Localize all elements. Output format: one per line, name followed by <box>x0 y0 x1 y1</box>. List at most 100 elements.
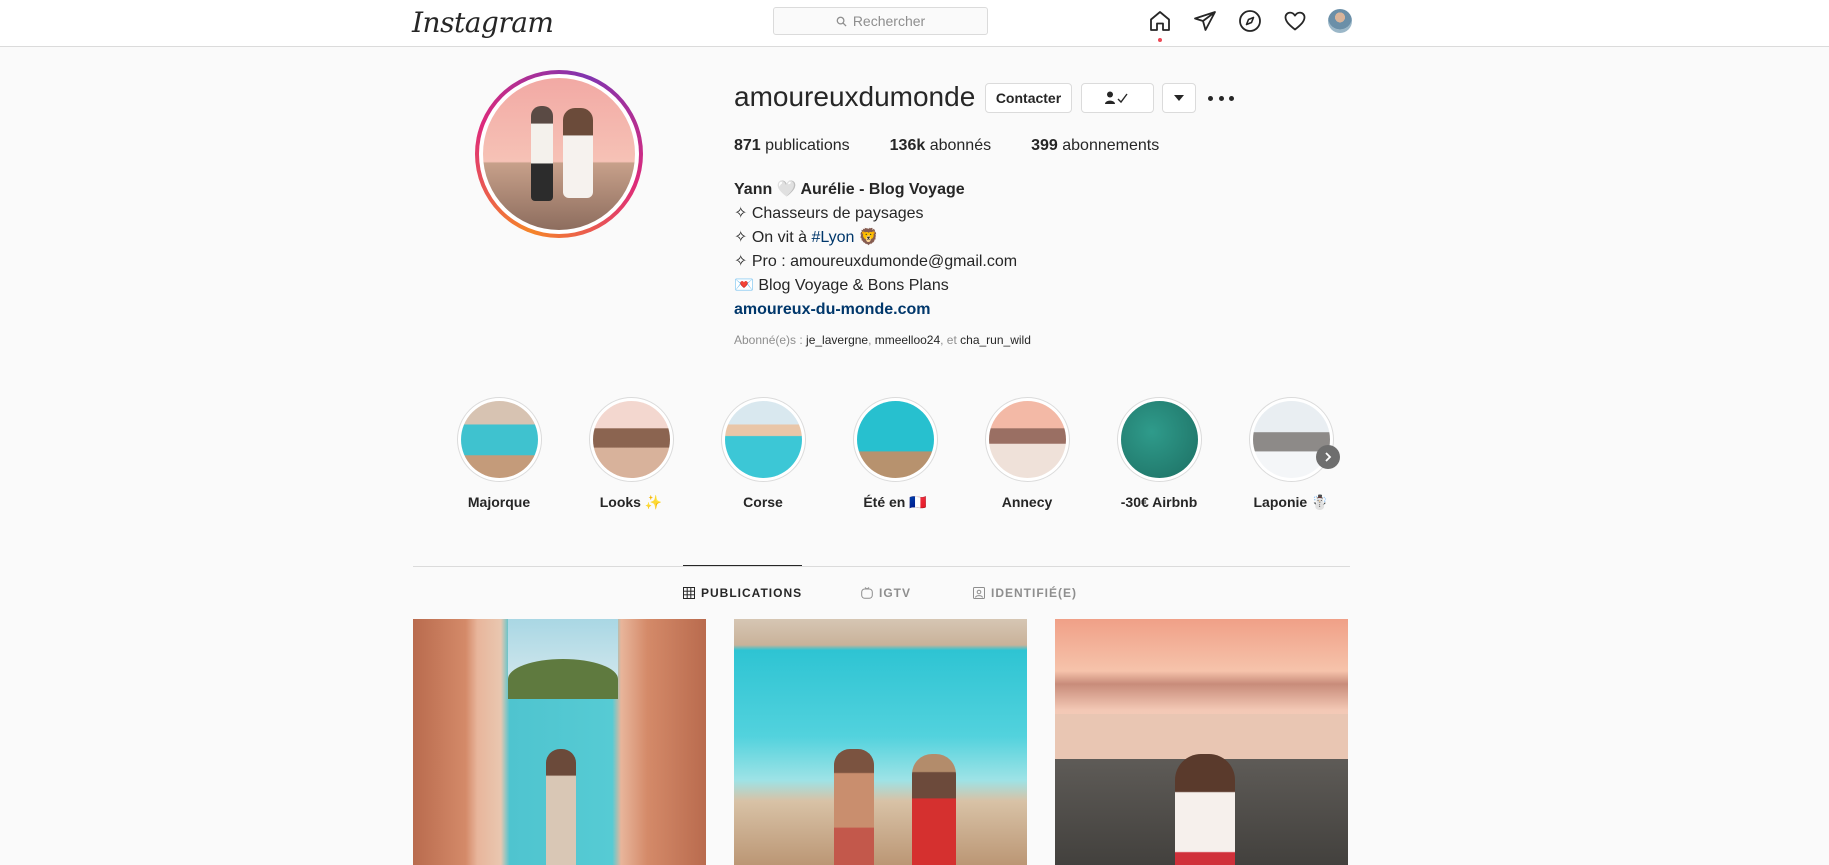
profile-tabs: PUBLICATIONS IGTV IDENTIFIÉ(E) <box>683 586 1077 600</box>
highlight-item[interactable]: Looks ✨ <box>581 397 681 511</box>
highlight-cover <box>1116 397 1202 482</box>
bio-line: ✧ Chasseurs de paysages <box>734 205 924 222</box>
photo-figure-man <box>531 106 553 201</box>
stat-following[interactable]: 399 abonnements <box>1031 137 1159 155</box>
stat-followers-label: abonnés <box>929 137 992 154</box>
highlights-next-button[interactable] <box>1316 445 1340 469</box>
photo-figure-woman <box>563 108 593 198</box>
notification-dot <box>1158 38 1162 42</box>
highlight-item[interactable]: Été en 🇫🇷 <box>845 397 945 511</box>
following-button[interactable] <box>1081 83 1154 113</box>
top-navigation-bar: Instagram Rechercher <box>0 0 1829 47</box>
profile-username: amoureuxdumonde <box>734 81 976 112</box>
profile-bio: Yann 🤍 Aurélie - Blog Voyage ✧ Chasseurs… <box>734 178 1017 322</box>
hashtag-link[interactable]: #Lyon <box>811 229 854 246</box>
followed-by: Abonné(e)s : je_lavergne, mmeelloo24, et… <box>734 333 1031 347</box>
highlight-label: Annecy <box>1001 494 1053 510</box>
photo-hill <box>508 659 618 699</box>
highlight-label: Looks ✨ <box>599 494 663 510</box>
stat-followers[interactable]: 136k abonnés <box>890 137 991 155</box>
profile-stats: 871 publications 136k abonnés 399 abonne… <box>734 137 1159 155</box>
stat-following-value: 399 <box>1031 137 1058 154</box>
highlight-label: Été en 🇫🇷 <box>863 494 927 510</box>
explore-icon[interactable] <box>1238 9 1262 33</box>
tab-igtv[interactable]: IGTV <box>861 586 973 600</box>
stat-posts-value: 871 <box>734 137 761 154</box>
profile-avatar[interactable] <box>1328 9 1352 33</box>
photo-figure <box>546 749 576 865</box>
suggestions-dropdown-button[interactable] <box>1162 83 1196 113</box>
more-options-icon[interactable] <box>1208 86 1234 110</box>
post-thumbnail[interactable] <box>1055 619 1348 865</box>
stat-followers-value: 136k <box>889 137 926 154</box>
bio-line: 💌 Blog Voyage & Bons Plans <box>734 277 949 294</box>
bio-line-prefix: ✧ On vit à <box>734 229 812 246</box>
bio-line-location: ✧ On vit à #Lyon 🦁 <box>734 226 1017 250</box>
direct-icon[interactable] <box>1193 9 1217 33</box>
highlight-label: Majorque <box>467 494 531 510</box>
highlight-label: -30€ Airbnb <box>1120 494 1198 510</box>
highlight-cover <box>984 397 1070 482</box>
search-icon <box>836 16 847 27</box>
separator: , <box>868 333 875 347</box>
follower-link[interactable]: je_lavergne <box>806 333 868 347</box>
tab-label: PUBLICATIONS <box>701 586 803 600</box>
highlight-item[interactable]: Majorque <box>449 397 549 510</box>
follower-link[interactable]: cha_run_wild <box>960 333 1031 347</box>
website-link[interactable]: amoureux-du-monde.com <box>734 298 1017 322</box>
stat-posts: 871 publications <box>734 137 850 155</box>
bio-full-name: Yann 🤍 Aurélie - Blog Voyage <box>734 181 965 198</box>
highlight-item[interactable]: -30€ Airbnb <box>1109 397 1209 510</box>
story-highlights: Majorque Looks ✨ Corse Été en 🇫🇷 Annecy … <box>449 397 1349 517</box>
highlight-image <box>724 401 802 478</box>
highlight-image <box>1252 401 1330 478</box>
tab-publications[interactable]: PUBLICATIONS <box>683 586 861 600</box>
highlight-item[interactable]: Annecy <box>977 397 1077 510</box>
profile-picture-border <box>479 74 639 234</box>
chevron-right-icon <box>1325 452 1332 462</box>
highlight-label: Corse <box>743 494 783 510</box>
stat-following-label: abonnements <box>1062 137 1160 154</box>
highlight-image <box>592 401 670 478</box>
highlight-image <box>460 401 538 478</box>
profile-photo <box>483 78 635 230</box>
grid-icon <box>683 587 695 599</box>
tab-label: IGTV <box>879 586 912 600</box>
tabs-divider <box>413 566 1350 567</box>
home-icon[interactable] <box>1148 9 1172 42</box>
post-thumbnail[interactable] <box>734 619 1027 865</box>
caret-down-icon <box>1174 95 1184 101</box>
contact-button[interactable]: Contacter <box>985 83 1072 113</box>
photo-figure <box>1175 754 1235 865</box>
separator: , et <box>940 333 961 347</box>
tab-tagged[interactable]: IDENTIFIÉ(E) <box>973 586 1077 600</box>
instagram-logo[interactable]: Instagram <box>412 6 554 39</box>
igtv-icon <box>861 587 873 599</box>
highlight-image <box>1120 401 1198 478</box>
activity-heart-icon[interactable] <box>1283 9 1307 33</box>
highlight-cover <box>588 397 674 482</box>
user-check-icon <box>1104 91 1128 104</box>
profile-picture[interactable] <box>475 70 643 238</box>
dot <box>1229 95 1234 101</box>
tab-label: IDENTIFIÉ(E) <box>991 586 1077 600</box>
active-tab-indicator <box>683 565 802 566</box>
highlight-cover <box>720 397 806 482</box>
nav-icons <box>1148 9 1352 42</box>
followed-by-prefix: Abonné(e)s : <box>734 333 807 347</box>
search-input[interactable]: Rechercher <box>773 7 988 35</box>
highlight-item[interactable]: Corse <box>713 397 813 510</box>
dot <box>1218 95 1224 101</box>
highlight-cover <box>852 397 938 482</box>
bio-line-suffix: 🦁 <box>854 229 879 246</box>
photo-figure <box>834 749 874 865</box>
tagged-icon <box>973 587 985 599</box>
post-thumbnail[interactable] <box>413 619 706 865</box>
photo-figure <box>912 754 956 865</box>
bio-line-contact: ✧ Pro : amoureuxdumonde@gmail.com <box>734 253 1018 270</box>
highlight-image <box>988 401 1066 478</box>
search-placeholder: Rechercher <box>852 13 926 29</box>
highlight-cover <box>456 397 542 482</box>
follower-link[interactable]: mmeelloo24 <box>875 333 940 347</box>
highlight-label: Laponie ☃️ <box>1253 494 1329 510</box>
